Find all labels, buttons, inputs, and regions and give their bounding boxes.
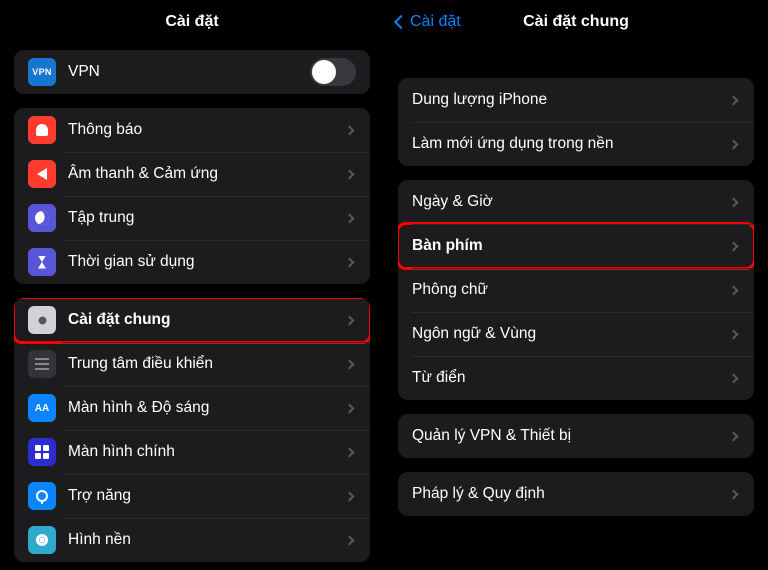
row-label: Trung tâm điều khiển [68, 355, 346, 373]
general-settings-panel: Cài đặt Cài đặt chung Dung lượng iPhone … [384, 0, 768, 512]
row-label: Thời gian sử dụng [68, 253, 346, 271]
row-screentime[interactable]: Thời gian sử dụng [14, 240, 370, 284]
grid-icon [28, 438, 56, 466]
row-label: Phông chữ [412, 281, 730, 299]
row-label: Quản lý VPN & Thiết bị [412, 427, 730, 445]
settings-root-panel: Cài đặt VPN VPN Thông báo Âm thanh & Cảm… [0, 0, 384, 512]
group-storage: Dung lượng iPhone Làm mới ứng dụng trong… [398, 78, 754, 166]
chevron-right-icon [345, 315, 355, 325]
chevron-right-icon [729, 285, 739, 295]
chevron-right-icon [345, 535, 355, 545]
row-date-time[interactable]: Ngày & Giờ [398, 180, 754, 224]
vpn-toggle[interactable] [310, 58, 356, 86]
sliders-icon [28, 350, 56, 378]
group-notifications: Thông báo Âm thanh & Cảm ứng Tập trung T… [14, 108, 370, 284]
row-label: Bàn phím [412, 237, 730, 255]
chevron-left-icon [394, 15, 408, 29]
row-vpn-device-management[interactable]: Quản lý VPN & Thiết bị [398, 414, 754, 458]
row-background-refresh[interactable]: Làm mới ứng dụng trong nền [398, 122, 754, 166]
row-label: Làm mới ứng dụng trong nền [412, 135, 730, 153]
chevron-right-icon [345, 403, 355, 413]
chevron-right-icon [729, 431, 739, 441]
chevron-right-icon [729, 329, 739, 339]
group-vpn-device: Quản lý VPN & Thiết bị [398, 414, 754, 458]
row-accessibility[interactable]: Trợ năng [14, 474, 370, 518]
chevron-right-icon [345, 125, 355, 135]
row-label: VPN [68, 63, 310, 81]
row-iphone-storage[interactable]: Dung lượng iPhone [398, 78, 754, 122]
row-label: Thông báo [68, 121, 346, 139]
vpn-icon: VPN [28, 58, 56, 86]
group-vpn: VPN VPN [14, 50, 370, 94]
row-display[interactable]: AA Màn hình & Độ sáng [14, 386, 370, 430]
row-vpn[interactable]: VPN VPN [14, 50, 370, 94]
chevron-right-icon [345, 213, 355, 223]
row-homescreen[interactable]: Màn hình chính [14, 430, 370, 474]
bell-icon [28, 116, 56, 144]
row-general[interactable]: Cài đặt chung [14, 298, 370, 342]
chevron-right-icon [729, 139, 739, 149]
row-label: Ngôn ngữ & Vùng [412, 325, 730, 343]
row-fonts[interactable]: Phông chữ [398, 268, 754, 312]
toggle-knob [312, 60, 336, 84]
row-label: Cài đặt chung [68, 311, 346, 329]
row-label: Màn hình chính [68, 443, 346, 461]
row-label: Từ điển [412, 369, 730, 387]
moon-icon [28, 204, 56, 232]
chevron-right-icon [345, 359, 355, 369]
chevron-right-icon [345, 169, 355, 179]
back-button[interactable]: Cài đặt [396, 13, 461, 31]
row-notifications[interactable]: Thông báo [14, 108, 370, 152]
chevron-right-icon [345, 447, 355, 457]
chevron-right-icon [345, 257, 355, 267]
row-label: Âm thanh & Cảm ứng [68, 165, 346, 183]
row-legal[interactable]: Pháp lý & Quy định [398, 472, 754, 516]
group-system: Ngày & Giờ Bàn phím Phông chữ Ngôn ngữ &… [398, 180, 754, 400]
row-label: Dung lượng iPhone [412, 91, 730, 109]
chevron-right-icon [729, 241, 739, 251]
chevron-right-icon [729, 95, 739, 105]
hourglass-icon [28, 248, 56, 276]
row-dictionary[interactable]: Từ điển [398, 356, 754, 400]
row-label: Trợ năng [68, 487, 346, 505]
page-title: Cài đặt [165, 13, 218, 31]
group-legal: Pháp lý & Quy định [398, 472, 754, 516]
row-language-region[interactable]: Ngôn ngữ & Vùng [398, 312, 754, 356]
group-general: Cài đặt chung Trung tâm điều khiển AA Mà… [14, 298, 370, 562]
row-control-center[interactable]: Trung tâm điều khiển [14, 342, 370, 386]
chevron-right-icon [729, 489, 739, 499]
gear-icon [28, 306, 56, 334]
row-label: Màn hình & Độ sáng [68, 399, 346, 417]
row-keyboard[interactable]: Bàn phím [398, 224, 754, 268]
chevron-right-icon [729, 373, 739, 383]
text-size-icon: AA [28, 394, 56, 422]
row-focus[interactable]: Tập trung [14, 196, 370, 240]
content: VPN VPN Thông báo Âm thanh & Cảm ứng Tập… [0, 50, 384, 570]
row-label: Pháp lý & Quy định [412, 485, 730, 503]
header: Cài đặt Cài đặt chung [384, 0, 768, 44]
chevron-right-icon [345, 491, 355, 501]
accessibility-icon [28, 482, 56, 510]
row-label: Ngày & Giờ [412, 193, 730, 211]
row-label: Hình nền [68, 531, 346, 549]
row-wallpaper[interactable]: Hình nền [14, 518, 370, 562]
speaker-icon [28, 160, 56, 188]
row-sounds[interactable]: Âm thanh & Cảm ứng [14, 152, 370, 196]
header: Cài đặt [0, 0, 384, 44]
row-label: Tập trung [68, 209, 346, 227]
content: Dung lượng iPhone Làm mới ứng dụng trong… [384, 78, 768, 524]
page-title: Cài đặt chung [523, 13, 629, 31]
back-label: Cài đặt [410, 13, 461, 31]
flower-icon [28, 526, 56, 554]
chevron-right-icon [729, 197, 739, 207]
